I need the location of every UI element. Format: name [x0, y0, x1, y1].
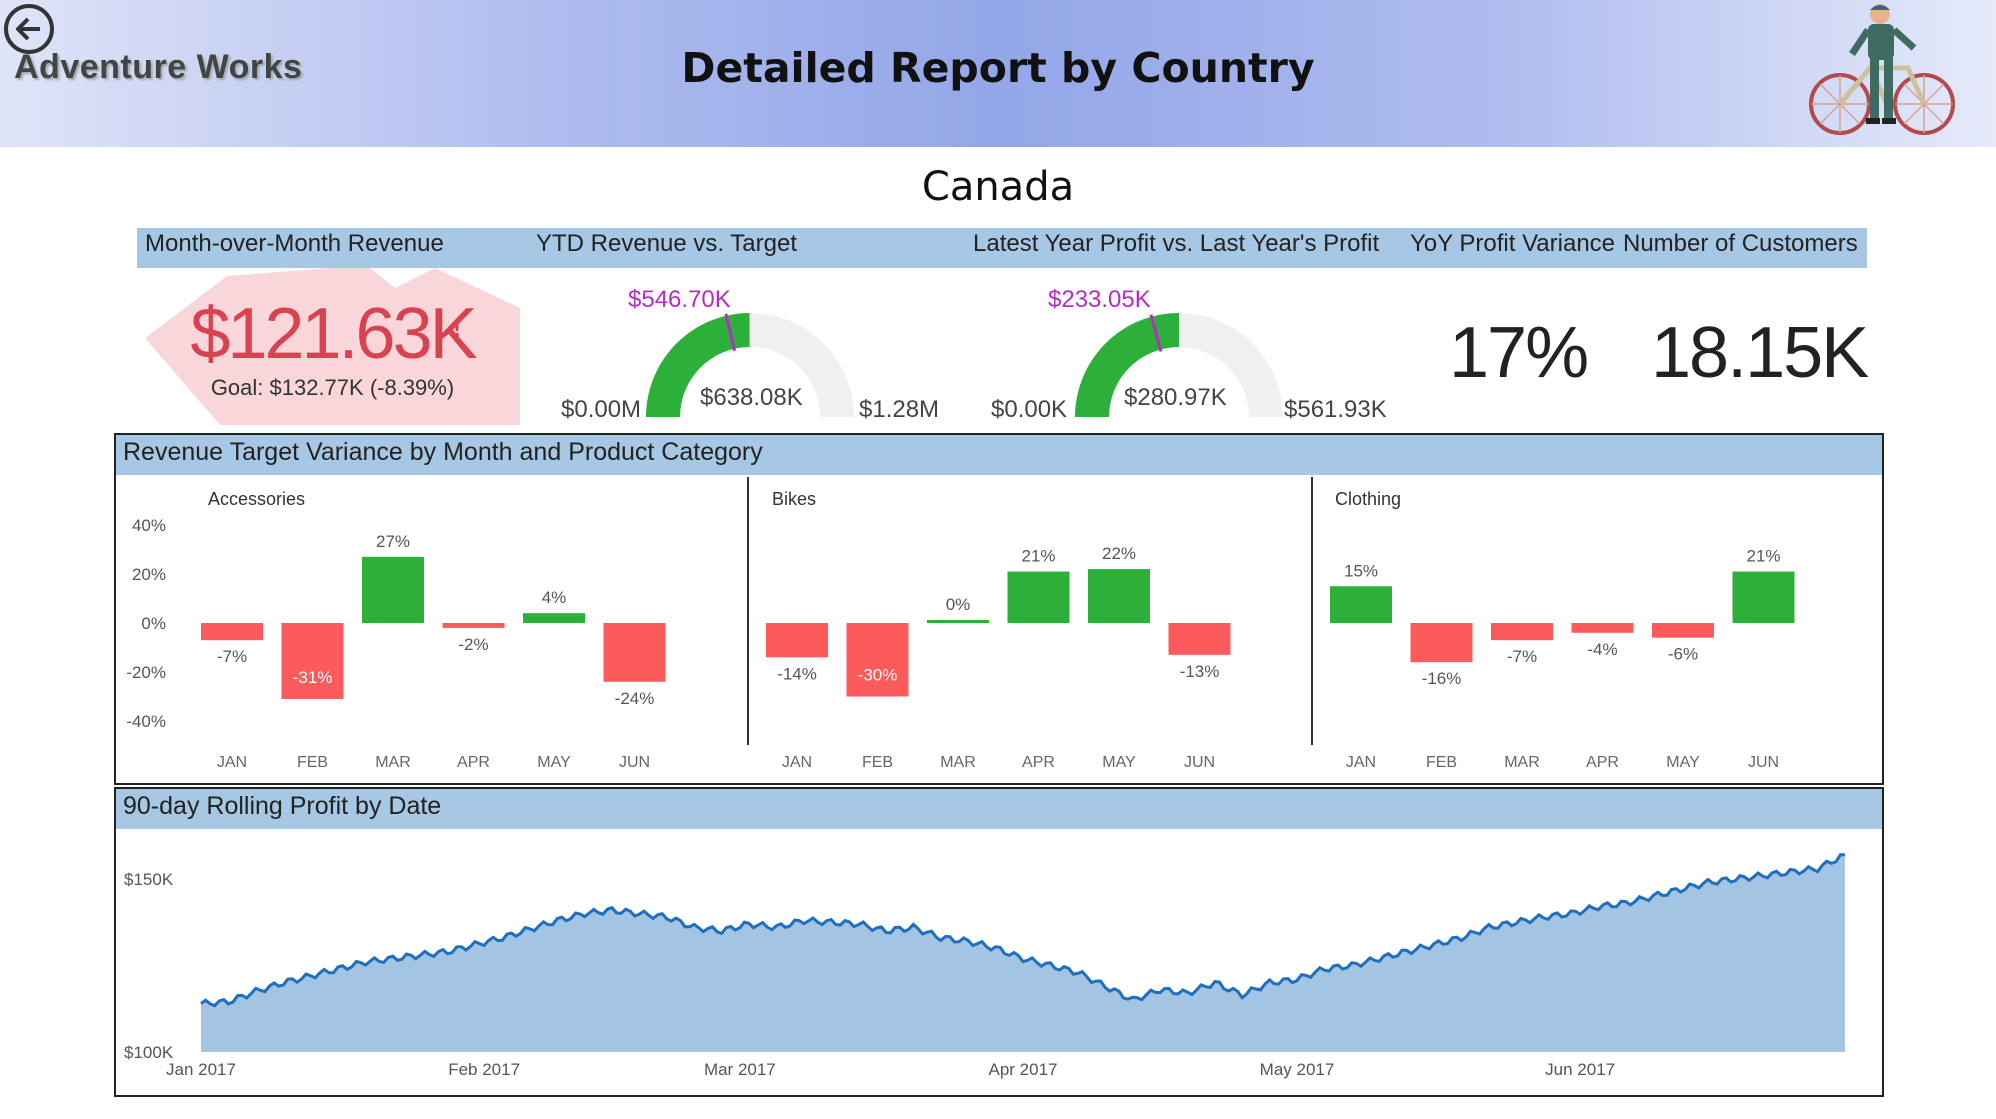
mom-revenue-goal: Goal: $132.77K (-8.39%): [210, 375, 455, 400]
x-tick-label: MAR: [375, 754, 411, 771]
data-label: -31%: [293, 668, 333, 687]
variance-bar[interactable]: [1007, 571, 1070, 623]
x-tick-label: FEB: [1426, 754, 1457, 771]
data-label: 22%: [1102, 544, 1136, 563]
data-label: 4%: [542, 588, 567, 607]
variance-bar[interactable]: [442, 623, 505, 628]
x-tick-label: May 2017: [1260, 1060, 1335, 1079]
data-label: 15%: [1344, 561, 1378, 580]
x-tick-label: FEB: [862, 754, 893, 771]
data-label: -30%: [858, 666, 898, 685]
ytd-revenue-label: YTD Revenue vs. Target: [536, 230, 798, 257]
x-tick-label: JAN: [217, 754, 247, 771]
y-tick-label: $150K: [124, 870, 174, 889]
rolling-profit-area-chart[interactable]: $150K$100KJan 2017 Feb 2017 Mar 2017 Apr 20…: [116, 829, 1882, 1095]
ytd-revenue-target: $546.70K: [628, 286, 731, 313]
panel-title: Accessories: [208, 489, 305, 509]
x-tick-label: JUN: [1748, 754, 1779, 771]
variance-bar[interactable]: [1732, 571, 1795, 623]
country-title: Canada: [921, 164, 1075, 210]
x-tick-label: Jun 2017: [1545, 1060, 1615, 1079]
data-label: 27%: [376, 532, 410, 551]
variance-bar[interactable]: [927, 620, 989, 623]
x-tick-label: Jan 2017: [166, 1060, 236, 1079]
variance-small-multiples-chart[interactable]: 40% 20% 0% -20% -40% Accessories -7% JAN -31% FEB…: [116, 475, 1882, 783]
data-label: 21%: [1746, 547, 1780, 566]
variance-bar[interactable]: [1330, 586, 1392, 623]
customers-value: 18.15K: [1651, 313, 1869, 393]
variance-bar[interactable]: [201, 623, 263, 641]
data-label: 21%: [1021, 547, 1055, 566]
profit-value: $280.97K: [1124, 384, 1227, 411]
mom-revenue-label: Month-over-Month Revenue: [145, 230, 444, 257]
variance-bar[interactable]: [766, 623, 828, 658]
x-tick-label: JUN: [1184, 754, 1215, 771]
variance-bar[interactable]: [1168, 623, 1231, 655]
data-label: -4%: [1587, 640, 1617, 659]
y-tick-label: 20%: [132, 565, 166, 584]
x-tick-label: MAY: [1666, 754, 1700, 771]
x-tick-label: MAY: [537, 754, 571, 771]
profit-max: $561.93K: [1284, 396, 1387, 423]
data-label: -16%: [1422, 669, 1462, 688]
x-tick-label: APR: [457, 754, 490, 771]
y-tick-label: -40%: [126, 712, 166, 731]
data-label: -13%: [1180, 662, 1220, 681]
data-label: -7%: [1507, 647, 1537, 666]
data-label: -14%: [777, 664, 817, 683]
x-tick-label: Apr 2017: [989, 1060, 1058, 1079]
variance-bar[interactable]: [603, 623, 666, 682]
x-tick-label: APR: [1022, 754, 1055, 771]
y-tick-label: 0%: [141, 614, 166, 633]
cyclist-icon: [1809, 4, 1955, 135]
customers-label: Number of Customers: [1623, 230, 1858, 257]
profit-min: $0.00K: [991, 396, 1068, 423]
x-tick-label: APR: [1586, 754, 1619, 771]
x-tick-label: Feb 2017: [448, 1060, 520, 1079]
variance-bar[interactable]: [1088, 569, 1150, 623]
ytd-revenue-value: $638.08K: [700, 384, 803, 411]
yoy-variance-label: YoY Profit Variance: [1410, 230, 1616, 257]
variance-bar[interactable]: [362, 556, 424, 623]
x-tick-label: JUN: [619, 754, 650, 771]
profit-target: $233.05K: [1048, 286, 1151, 313]
rolling-profit-title: 90-day Rolling Profit by Date: [123, 792, 442, 820]
ytd-revenue-max: $1.28M: [859, 396, 940, 423]
variance-bar[interactable]: [1652, 623, 1714, 638]
ytd-revenue-min: $0.00M: [561, 396, 642, 423]
variance-bar[interactable]: [1491, 623, 1553, 641]
data-label: -6%: [1668, 645, 1698, 664]
variance-bar[interactable]: [281, 623, 344, 699]
y-tick-label: -20%: [126, 663, 166, 682]
data-label: -24%: [615, 689, 655, 708]
x-tick-label: JAN: [782, 754, 812, 771]
data-label: -2%: [458, 635, 488, 654]
warning-icon: !: [453, 315, 461, 342]
variance-bar[interactable]: [523, 613, 585, 623]
yoy-variance-value: 17%: [1449, 313, 1589, 393]
x-tick-label: MAY: [1102, 754, 1136, 771]
x-tick-label: MAR: [940, 754, 976, 771]
mom-revenue-value: $121.63K: [190, 294, 477, 374]
x-tick-label: JAN: [1346, 754, 1376, 771]
page-title: Detailed Report by Country: [681, 44, 1315, 92]
variance-bar[interactable]: [1571, 623, 1634, 633]
y-tick-label: 40%: [132, 516, 166, 535]
profit-comparison-label: Latest Year Profit vs. Last Year's Profi…: [973, 230, 1380, 257]
variance-bar[interactable]: [1410, 623, 1473, 663]
data-label: 0%: [946, 595, 971, 614]
data-label: -7%: [217, 647, 247, 666]
panel-title: Bikes: [772, 489, 816, 509]
x-tick-label: Mar 2017: [704, 1060, 776, 1079]
x-tick-label: MAR: [1504, 754, 1540, 771]
panel-title: Clothing: [1335, 489, 1401, 509]
x-tick-label: FEB: [297, 754, 328, 771]
variance-bar[interactable]: [846, 623, 909, 697]
variance-chart-title: Revenue Target Variance by Month and Pro…: [123, 438, 763, 466]
